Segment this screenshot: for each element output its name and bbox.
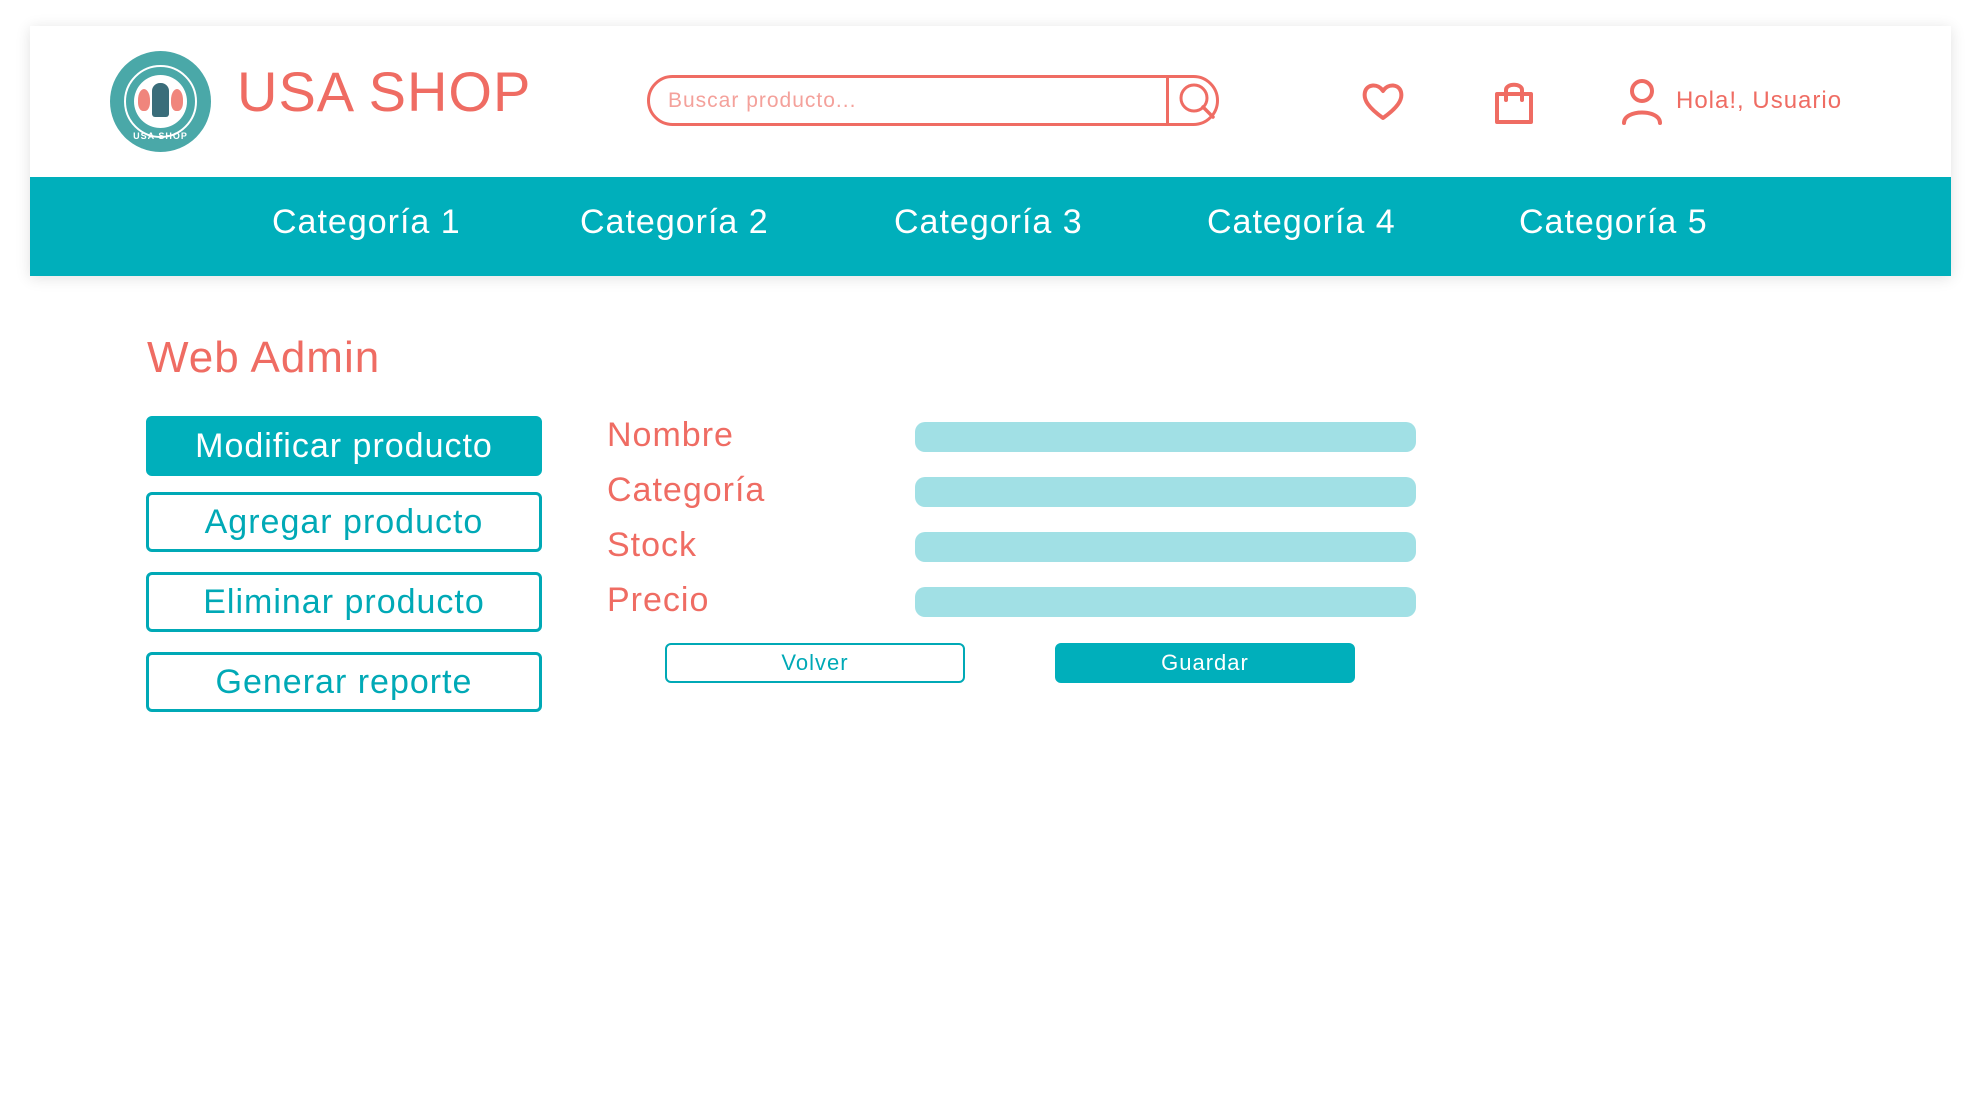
search-button[interactable] [1166, 75, 1219, 126]
search-bar [647, 75, 1219, 126]
page-title: Web Admin [147, 333, 381, 382]
category-label: Categoría [607, 471, 766, 509]
stock-input[interactable] [915, 532, 1416, 562]
name-input[interactable] [915, 422, 1416, 452]
statue-icon [152, 83, 169, 117]
search-icon [1179, 83, 1215, 119]
generate-report-button[interactable]: Generar reporte [146, 652, 542, 712]
price-input[interactable] [915, 587, 1416, 617]
cart-button[interactable] [1490, 78, 1538, 126]
nav-category-5[interactable]: Categoría 5 [1519, 203, 1708, 242]
price-label: Precio [607, 581, 710, 619]
logo-badge-text: USA SHOP [133, 131, 188, 141]
category-nav: Categoría 1 Categoría 2 Categoría 3 Cate… [30, 177, 1951, 276]
user-account[interactable]: Hola!, Usuario [1620, 76, 1842, 126]
name-label: Nombre [607, 416, 734, 454]
wishlist-button[interactable] [1359, 78, 1407, 126]
logo[interactable]: USA SHOP [110, 51, 211, 152]
user-greeting: Hola!, Usuario [1676, 87, 1843, 114]
brand-name[interactable]: USA SHOP [237, 64, 531, 120]
heart-icon [1362, 83, 1404, 120]
stock-label: Stock [607, 526, 698, 564]
flame-icon [138, 89, 150, 111]
add-product-button[interactable]: Agregar producto [146, 492, 542, 552]
search-input[interactable] [666, 86, 1146, 116]
flame-icon [171, 89, 183, 111]
modify-product-button[interactable]: Modificar producto [146, 416, 542, 476]
shopping-bag-icon [1495, 82, 1533, 124]
nav-category-4[interactable]: Categoría 4 [1207, 203, 1396, 242]
category-input[interactable] [915, 477, 1416, 507]
user-icon [1622, 79, 1662, 125]
back-button[interactable]: Volver [665, 643, 965, 683]
site-header: USA SHOP USA SHOP Buscar producto... Hol… [30, 26, 1951, 276]
save-button[interactable]: Guardar [1055, 643, 1355, 683]
top-bar: USA SHOP USA SHOP Buscar producto... Hol… [30, 26, 1951, 177]
nav-category-3[interactable]: Categoría 3 [894, 203, 1083, 242]
delete-product-button[interactable]: Eliminar producto [146, 572, 542, 632]
nav-category-2[interactable]: Categoría 2 [580, 203, 769, 242]
nav-category-1[interactable]: Categoría 1 [272, 203, 461, 242]
